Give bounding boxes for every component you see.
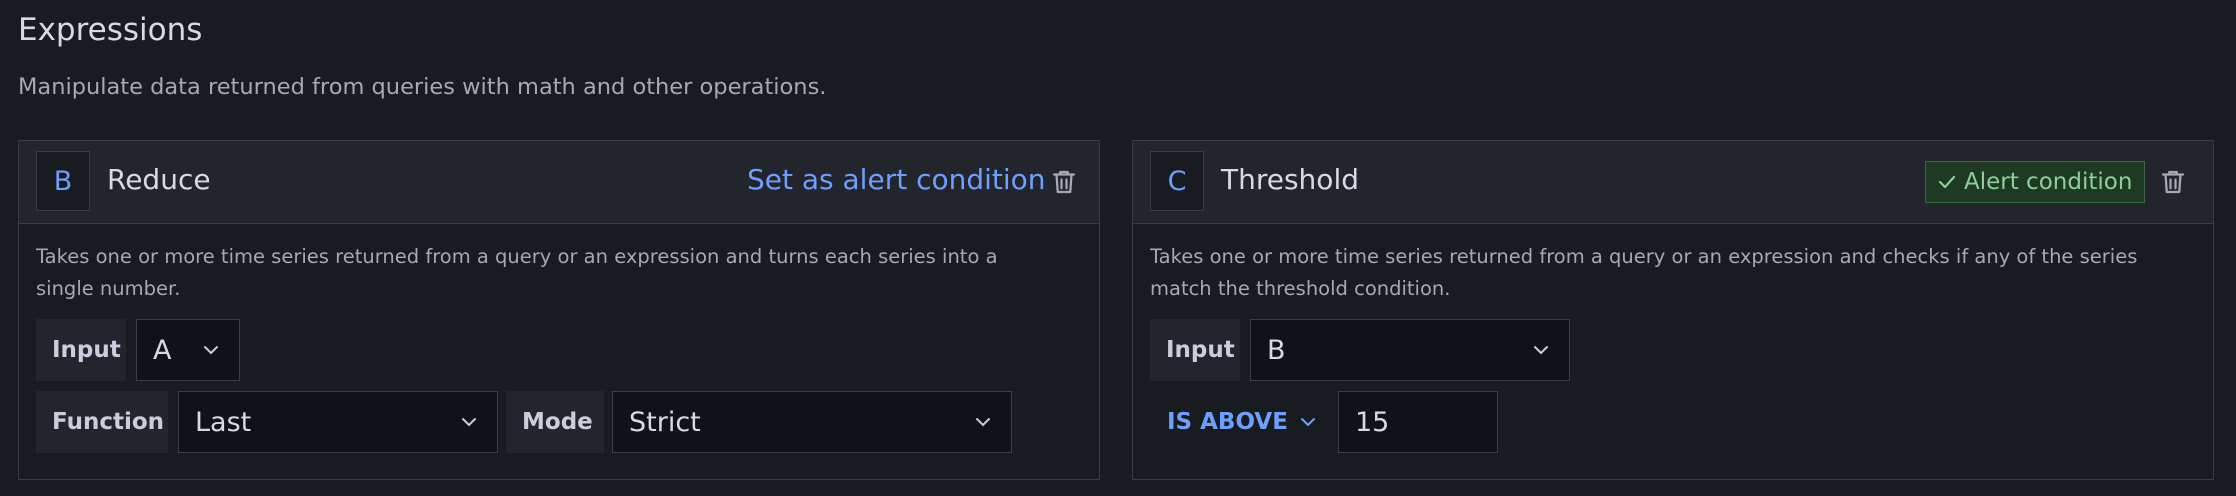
threshold-input-select[interactable]: B xyxy=(1250,319,1570,381)
reduce-mode-value: Strict xyxy=(629,406,701,438)
threshold-expression-card: C Threshold Alert condition Takes one or… xyxy=(1132,140,2214,480)
chevron-down-icon xyxy=(1300,418,1315,427)
threshold-input-value: B xyxy=(1267,334,1286,366)
reduce-expression-card: B Reduce Set as alert condition Takes on… xyxy=(18,140,1100,480)
reduce-card-header: B Reduce Set as alert condition xyxy=(19,141,1099,224)
reduce-description: Takes one or more time series returned f… xyxy=(36,245,998,300)
threshold-ref-id[interactable]: C xyxy=(1150,151,1204,211)
alert-condition-label: Alert condition xyxy=(1964,169,2133,195)
threshold-value: 15 xyxy=(1355,406,1390,438)
alert-condition-badge: Alert condition xyxy=(1925,161,2146,203)
chevron-down-icon xyxy=(1534,346,1548,355)
section-subtitle: Manipulate data returned from queries wi… xyxy=(18,74,827,100)
threshold-input-label: Input xyxy=(1150,319,1240,381)
reduce-mode-select[interactable]: Strict xyxy=(612,391,1012,453)
section-title: Expressions xyxy=(18,12,203,48)
reduce-function-label: Function xyxy=(36,391,168,453)
threshold-description: Takes one or more time series returned f… xyxy=(1150,245,2138,300)
threshold-operator-select[interactable]: IS ABOVE xyxy=(1167,391,1316,453)
reduce-function-select[interactable]: Last xyxy=(178,391,498,453)
reduce-input-value: A xyxy=(153,334,172,366)
reduce-ref-id[interactable]: B xyxy=(36,151,90,211)
threshold-operator-value: IS ABOVE xyxy=(1167,409,1288,435)
chevron-down-icon xyxy=(462,418,476,427)
check-icon xyxy=(1938,175,1956,189)
reduce-input-label: Input xyxy=(36,319,126,381)
threshold-value-input[interactable]: 15 xyxy=(1338,391,1498,453)
reduce-function-value: Last xyxy=(195,406,252,438)
reduce-input-select[interactable]: A xyxy=(136,319,240,381)
reduce-mode-label: Mode xyxy=(506,391,604,453)
trash-icon[interactable] xyxy=(1049,165,1079,199)
chevron-down-icon xyxy=(204,346,218,355)
reduce-card-name: Reduce xyxy=(107,163,211,196)
threshold-card-header: C Threshold Alert condition xyxy=(1133,141,2213,224)
set-alert-condition-button[interactable]: Set as alert condition xyxy=(747,163,1046,196)
chevron-down-icon xyxy=(976,418,990,427)
trash-icon[interactable] xyxy=(2158,165,2188,199)
threshold-card-name: Threshold xyxy=(1221,163,1359,196)
